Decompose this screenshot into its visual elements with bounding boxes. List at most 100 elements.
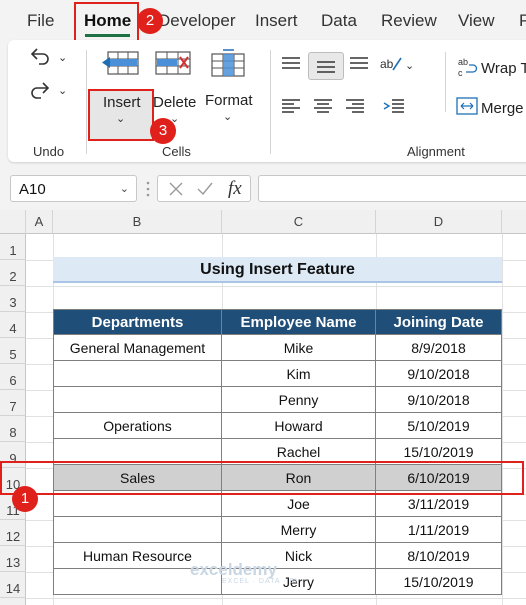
undo-icon[interactable] [28,44,52,73]
tab-insert[interactable]: Insert [255,11,298,31]
formula-bar: A10 ⌄ fx [0,168,526,210]
table-cell[interactable]: Howard [222,413,376,439]
ribbon: ⌄ ⌄ Undo Insert ⌄ Delete ⌄ Format ⌄ Cell… [0,40,526,168]
gridline [26,286,526,287]
sheet-title[interactable]: Using Insert Feature [53,257,502,283]
formula-bar-grip-icon[interactable] [146,180,150,203]
row-10-highlight [0,461,524,495]
column-header-e[interactable] [502,210,526,234]
name-box-value: A10 [19,181,46,198]
table-cell[interactable]: Operations [53,413,222,439]
row-header-12[interactable]: 12 [0,520,26,546]
group-separator [86,50,87,154]
column-headers: A B C D [0,210,526,234]
row-header-7[interactable]: 7 [0,390,26,416]
table-cell[interactable]: 9/10/2018 [376,361,502,387]
align-top-icon[interactable] [280,56,302,75]
table-header-cell[interactable]: Joining Date [376,309,502,335]
orientation-dropdown-icon[interactable]: ⌄ [405,59,414,72]
tab-view[interactable]: View [458,11,495,31]
tab-data[interactable]: Data [321,11,357,31]
table-cell[interactable]: Penny [222,387,376,413]
svg-text:ab: ab [380,57,394,71]
annotation-badge-3: 3 [150,118,176,144]
row-header-6[interactable]: 6 [0,364,26,390]
table-cell[interactable] [53,517,222,543]
column-header-c[interactable]: C [222,210,376,234]
gridline [502,234,503,605]
align-right-icon[interactable] [344,98,366,119]
table-cell[interactable] [53,387,222,413]
orientation-icon[interactable]: ab [379,54,403,79]
undo-dropdown-icon[interactable]: ⌄ [58,51,67,64]
format-cells-icon [208,48,248,83]
gridline [26,598,526,599]
formula-input[interactable] [258,175,526,202]
table-cell[interactable]: 5/10/2019 [376,413,502,439]
table-cell[interactable]: Mike [222,335,376,361]
table-cell[interactable]: General Management [53,335,222,361]
table-header-cell[interactable]: Departments [53,309,222,335]
group-separator [445,52,446,112]
name-box[interactable]: A10 ⌄ [10,175,137,202]
table-cell[interactable]: 15/10/2019 [376,569,502,595]
table-cell[interactable]: Kim [222,361,376,387]
table-cell[interactable]: Merry [222,517,376,543]
merge-center-icon[interactable] [456,97,478,120]
wrap-text-icon[interactable]: ab c [457,56,479,83]
row-header-2[interactable]: 2 [0,260,26,286]
select-all-corner[interactable] [0,210,26,234]
tab-file[interactable]: File [27,11,54,31]
column-header-b[interactable]: B [53,210,222,234]
insert-cells-icon [100,48,140,83]
home-tab-highlight [74,2,139,42]
svg-text:ab: ab [458,57,468,67]
align-left-icon[interactable] [280,98,302,119]
row-header-3[interactable]: 3 [0,286,26,312]
watermark-logo: exceldemy [190,560,277,579]
format-button-label[interactable]: Format [205,92,253,109]
insert-button-highlight [88,89,154,141]
insert-function-icon[interactable]: fx [228,178,242,200]
table-header-cell[interactable]: Employee Name [222,309,376,335]
merge-center-label[interactable]: Merge [481,100,524,117]
redo-dropdown-icon[interactable]: ⌄ [58,84,67,97]
align-bottom-icon[interactable] [348,56,370,75]
undo-group-label: Undo [33,144,65,159]
table-cell[interactable]: 8/10/2019 [376,543,502,569]
delete-cells-icon [154,48,194,83]
table-cell[interactable]: 8/9/2018 [376,335,502,361]
alignment-group-label: Alignment [407,144,465,159]
cancel-formula-icon[interactable] [168,181,184,202]
table-cell[interactable]: 1/11/2019 [376,517,502,543]
row-header-13[interactable]: 13 [0,546,26,572]
column-header-d[interactable]: D [376,210,502,234]
delete-button-label[interactable]: Delete [153,94,196,111]
table-cell[interactable] [53,361,222,387]
column-header-a[interactable]: A [26,210,53,234]
wrap-text-label[interactable]: Wrap T [481,60,526,77]
annotation-badge-2: 2 [137,8,163,34]
row-header-4[interactable]: 4 [0,312,26,338]
align-middle-icon [315,60,337,79]
row-header-1[interactable]: 1 [0,234,26,260]
align-center-icon[interactable] [312,98,334,119]
tab-developer[interactable]: Developer [158,11,236,31]
annotation-badge-1: 1 [12,486,38,512]
row-header-14[interactable]: 14 [0,572,26,598]
row-header-5[interactable]: 5 [0,338,26,364]
format-dropdown-icon[interactable]: ⌄ [223,110,232,123]
row-headers: 1 2 3 4 5 6 7 8 9 10 11 12 13 14 [0,234,26,605]
enter-formula-icon[interactable] [196,181,214,202]
indent-icon[interactable] [382,98,406,119]
watermark-tagline: EXCEL · DATA · BI [222,578,298,585]
name-box-dropdown-icon[interactable]: ⌄ [120,182,129,195]
row-header-8[interactable]: 8 [0,416,26,442]
table-cell[interactable]: 9/10/2018 [376,387,502,413]
tab-review[interactable]: Review [381,11,437,31]
worksheet-grid: A B C D 1 2 3 4 5 6 7 8 9 10 11 12 13 14 Using Insert… [0,210,526,605]
tab-truncated[interactable]: P [519,11,526,31]
group-separator [270,50,271,154]
redo-icon[interactable] [28,78,52,107]
ribbon-panel: ⌄ ⌄ Undo Insert ⌄ Delete ⌄ Format ⌄ Cell… [8,40,526,162]
